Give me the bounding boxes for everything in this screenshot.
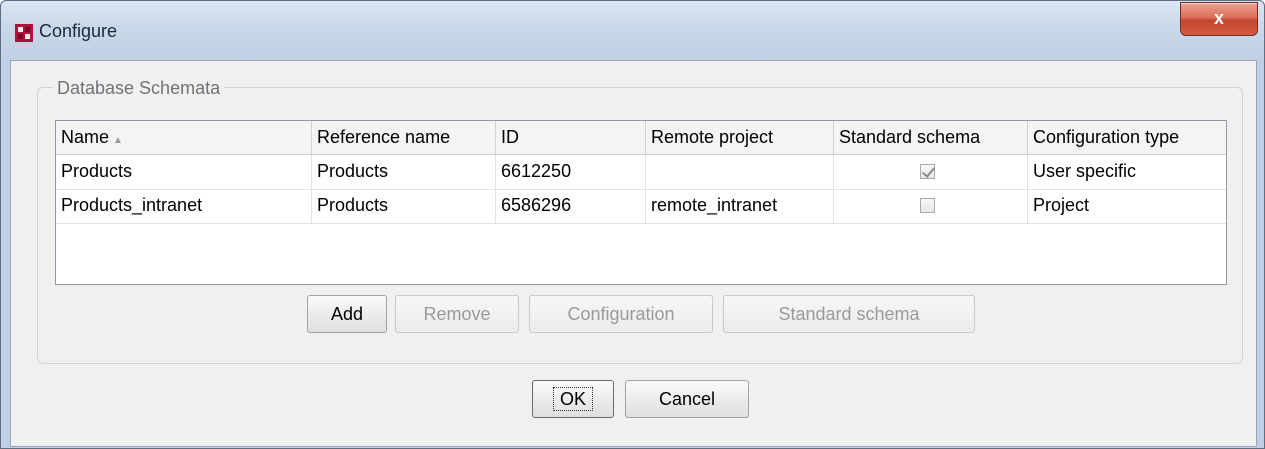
remove-button[interactable]: Remove [395, 295, 519, 333]
close-button[interactable]: x [1180, 2, 1258, 36]
cell-reference-name: Products [312, 189, 496, 223]
column-header-id[interactable]: ID [496, 121, 646, 154]
cell-reference-name: Products [312, 155, 496, 189]
schemata-table[interactable]: Name ▲ Reference name ID Remote project S… [55, 120, 1227, 285]
column-header-configuration-type[interactable]: Configuration type [1028, 121, 1226, 154]
app-icon [15, 24, 33, 42]
column-header-reference-name[interactable]: Reference name [312, 121, 496, 154]
standard-schema-checkbox[interactable] [920, 164, 935, 179]
table-header: Name ▲ Reference name ID Remote project S… [56, 121, 1226, 155]
cancel-button[interactable]: Cancel [625, 380, 749, 418]
ok-button[interactable]: OK [532, 380, 614, 418]
cell-id: 6612250 [496, 155, 646, 189]
configure-dialog: Configure x Database Schemata Name ▲ Refe… [0, 0, 1265, 449]
ok-label: OK [552, 387, 593, 411]
configuration-button[interactable]: Configuration [529, 295, 713, 333]
cell-name: Products [56, 155, 312, 189]
dialog-body: Database Schemata Name ▲ Reference name I… [10, 60, 1257, 447]
window-title: Configure [39, 21, 118, 41]
cell-remote-project: remote_intranet [646, 189, 834, 223]
table-row[interactable]: Products_intranet Products 6586296 remot… [56, 189, 1226, 224]
standard-schema-button[interactable]: Standard schema [723, 295, 975, 333]
cell-name: Products_intranet [56, 189, 312, 223]
standard-schema-checkbox[interactable] [920, 198, 935, 213]
cell-standard-schema [834, 189, 1028, 223]
cell-id: 6586296 [496, 189, 646, 223]
column-header-remote-project[interactable]: Remote project [646, 121, 834, 154]
sort-ascending-icon: ▲ [113, 135, 123, 146]
add-button[interactable]: Add [307, 295, 387, 333]
cell-configuration-type: User specific [1033, 161, 1137, 181]
column-header-name[interactable]: Name ▲ [56, 121, 312, 154]
title-bar[interactable]: Configure x [1, 1, 1264, 61]
close-icon: x [1213, 8, 1224, 28]
cell-standard-schema [834, 155, 1028, 189]
table-row[interactable]: Products Products 6612250 User specific [56, 155, 1226, 190]
cell-remote-project [646, 155, 834, 189]
group-title: Database Schemata [53, 77, 225, 99]
column-header-standard-schema[interactable]: Standard schema [834, 121, 1028, 154]
cell-configuration-type: Project [1033, 195, 1090, 215]
